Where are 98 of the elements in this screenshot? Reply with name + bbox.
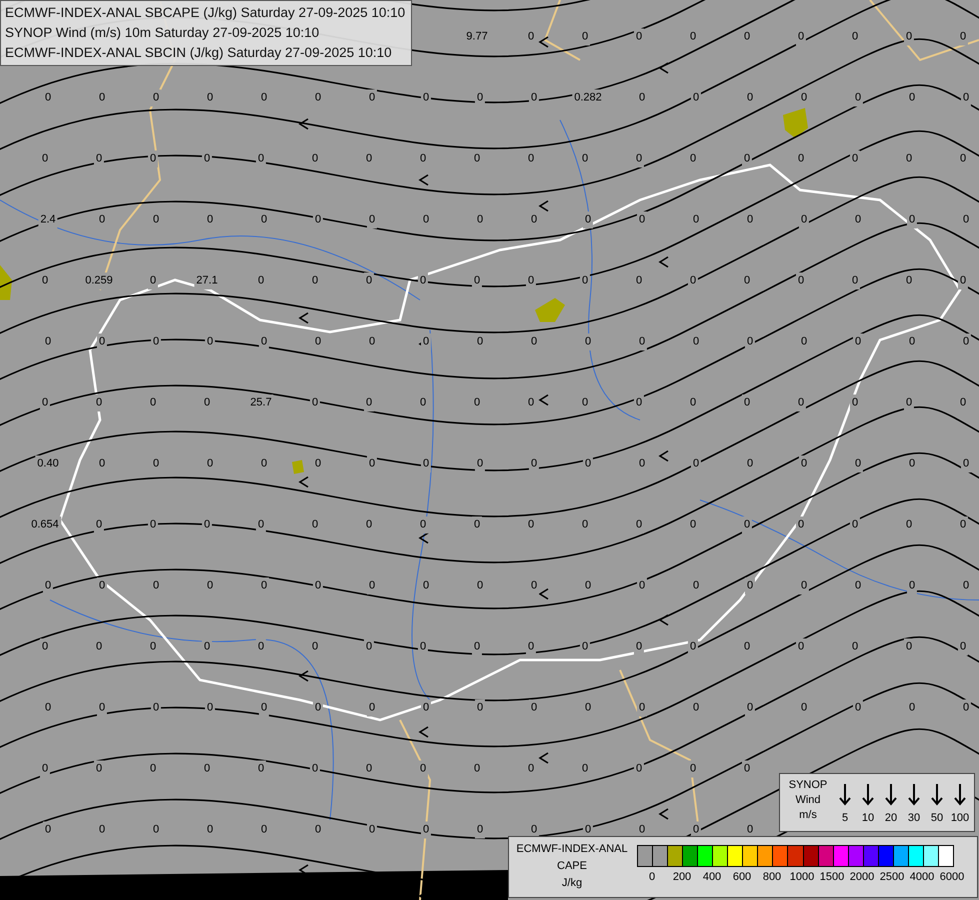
value-label: 0 [742,150,752,168]
arrow-icon [908,784,920,806]
value-label: 0 [634,516,644,534]
value-label: 0 [258,700,270,716]
value-label: 0 [94,394,104,412]
value-label: 0 [904,394,914,412]
value-label: 0 [580,28,590,46]
value-label: 0 [526,638,536,656]
arrow-icon [839,784,851,806]
value-label: 0 [958,28,968,46]
value-label: 0 [742,516,752,534]
value-label: 0 [148,150,158,168]
scale-label: 600 [732,871,752,883]
value-label: 0 [366,700,378,716]
arrow-icon [931,784,943,806]
value-label: 0 [96,334,108,350]
speed-label: 5 [842,812,848,824]
value-label: 0 [796,28,806,46]
value-label: 0 [366,212,378,228]
value-label: 0 [420,334,432,350]
scale-label: 400 [702,871,722,883]
value-label: 0 [958,638,968,656]
value-label: 0 [906,212,918,228]
speed-label: 10 [862,812,874,824]
value-label: 2.4 [38,212,58,228]
value-label: 0 [636,700,648,716]
value-label: 0 [528,456,540,472]
value-label: 0 [474,822,486,838]
value-label: 0 [40,760,50,778]
arrow-icon [862,784,874,806]
value-label: 0 [418,516,428,534]
value-label: 0 [852,90,864,106]
value-label: 0 [960,90,972,106]
legend-label: Wind [795,793,821,808]
value-label: 0 [420,456,432,472]
value-label: 0 [744,334,756,350]
scale-label: 4000 [910,871,934,883]
value-label: 0 [582,334,594,350]
value-label: 0 [94,516,104,534]
value-label: 0 [528,578,540,594]
scale-label: 2000 [850,871,874,883]
value-label: 0 [744,578,756,594]
legend-label: m/s [799,808,817,823]
speed-label: 30 [908,812,920,824]
legend-label: CAPE [557,859,587,874]
value-label: 0 [364,394,374,412]
value-label: 0 [850,394,860,412]
value-label: 0 [636,334,648,350]
scale-label: 1500 [820,871,844,883]
value-label: 0 [798,212,810,228]
value-label: 0 [256,516,266,534]
value-label: 0 [474,90,486,106]
value-label: 0 [906,578,918,594]
value-label: 0 [150,90,162,106]
arrow-icon [954,784,966,806]
scale-label: 200 [672,871,692,883]
value-label: 0 [634,150,644,168]
value-label: 0 [94,150,104,168]
value-label: 0 [744,700,756,716]
value-label: 0 [958,272,968,290]
scale-label: 2500 [880,871,904,883]
value-label: 27.1 [194,272,220,290]
legend-label: ECMWF-INDEX-ANAL [516,842,628,857]
arrow-icon [885,784,897,806]
scale-label: 800 [762,871,782,883]
value-label: 0 [688,760,698,778]
value-label: 0 [258,334,270,350]
map-title: ECMWF-INDEX-ANAL SBCIN (J/kg) Saturday 27-09-2025 10:10 [5,44,393,62]
value-label: 0 [366,578,378,594]
value-label: 0 [634,638,644,656]
legend-label: J/kg [562,876,582,891]
value-label: 0 [148,272,158,290]
scale-label: 6000 [940,871,964,883]
legend-label: SYNOP [788,778,828,793]
value-label: 0 [960,456,972,472]
map-title: SYNOP Wind (m/s) 10m Saturday 27-09-2025 10:10 [5,24,320,42]
value-label: 0 [796,394,806,412]
speed-label: 50 [930,812,944,824]
value-label: 0 [798,578,810,594]
value-label: 0 [474,456,486,472]
value-label: 0 [850,272,860,290]
scale-label: 1000 [790,871,814,883]
value-label: 0.259 [83,272,115,290]
speed-label: 100 [950,812,970,824]
value-label: 0 [472,272,482,290]
value-label: 0 [852,456,864,472]
speed-label: 20 [884,812,898,824]
value-label: 0 [472,638,482,656]
value-label: 0 [42,578,54,594]
scale-label: 0 [648,871,656,883]
value-label: 0 [582,212,594,228]
value-label: 0 [904,28,914,46]
map-title: ECMWF-INDEX-ANAL SBCAPE (J/kg) Saturday 27-09-2025 10:10 [5,4,406,22]
value-label: 0 [40,394,50,412]
value-label: 0 [688,638,698,656]
value-label: 0 [420,822,432,838]
value-label: 0 [96,700,108,716]
value-label: 0 [418,760,428,778]
